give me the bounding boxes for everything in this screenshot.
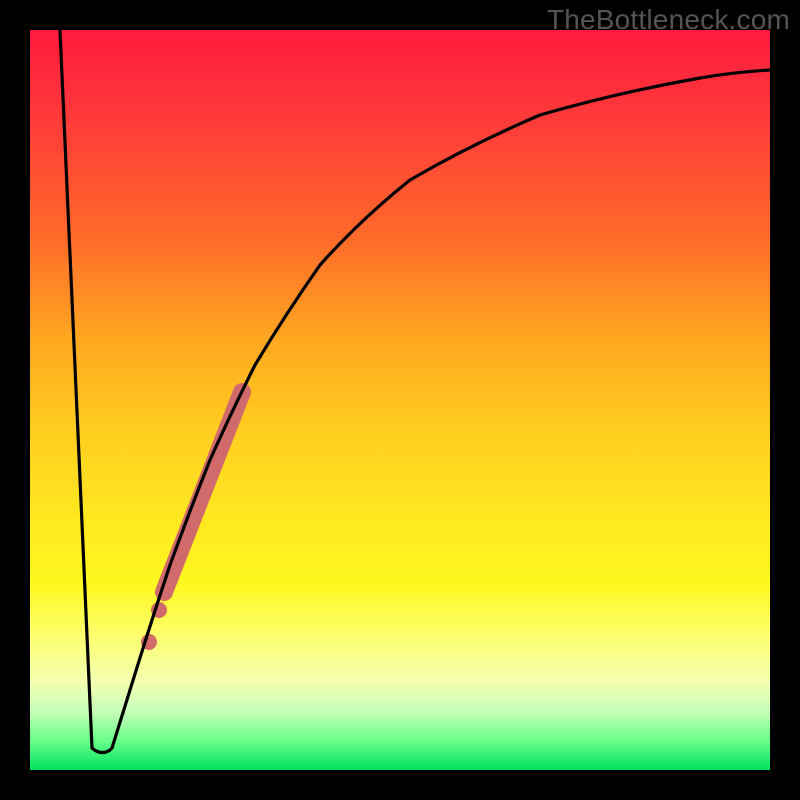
bottleneck-curve-path	[60, 30, 770, 753]
chart-frame: TheBottleneck.com	[0, 0, 800, 800]
chart-svg	[30, 30, 770, 770]
watermark-text: TheBottleneck.com	[547, 4, 790, 36]
plot-area	[30, 30, 770, 770]
